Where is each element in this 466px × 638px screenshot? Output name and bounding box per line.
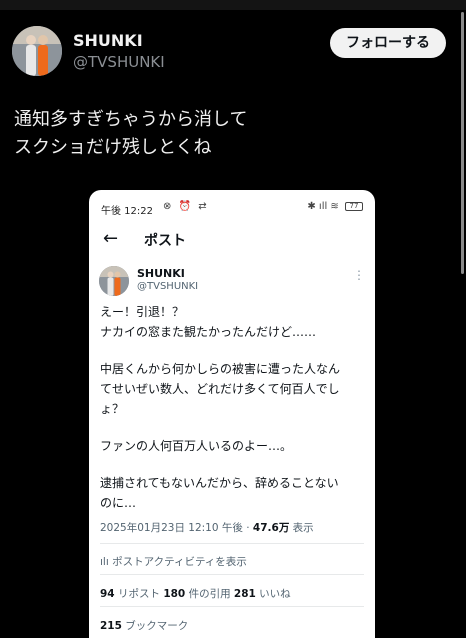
quote-label: 件の引用 [185,588,234,600]
tweet-header: SHUNKI @TVSHUNKI フォローする [12,24,446,80]
post-stats: 94 リポスト 180 件の引用 281 いいね [100,586,291,601]
top-bar [0,0,466,10]
divider [100,543,364,544]
tweet-line: 通知多すぎちゃうから消して [14,109,248,130]
divider [100,574,364,575]
nav-bar: ← ポスト [89,224,375,254]
post-line: ょ？ [100,402,125,416]
activity-chart-icon: ılı [100,556,113,568]
post-line: てせいぜい数人、どれだけ多くて何百人でし [100,382,340,396]
post-line: のに… [100,496,137,510]
battery-icon: 77 [345,201,363,211]
inner-post-body: えー！引退！？ ナカイの窓また観たかったんだけど…… 中居くんから何かしらの被害… [100,302,368,513]
display-name[interactable]: SHUNKI [73,31,143,50]
avatar[interactable] [12,26,62,76]
view-label: 表示 [289,522,314,534]
status-notification-icons: ⊗ ⏰ ⇄ [163,201,209,212]
like-label: いいね [255,588,291,600]
bookmark-label: ブックマーク [121,620,189,632]
quote-count: 180 [163,588,186,600]
post-activity-link: ılı ポストアクティビティを表示 [100,554,247,569]
repost-label: リポスト [114,588,164,600]
post-line: えー！引退！？ [100,305,185,319]
post-line: 中居くんから何かしらの被害に遭った人なん [100,362,341,376]
attached-screenshot[interactable]: 午後 12:22 ⊗ ⏰ ⇄ ✱ ıll ≋ 77 ← ポスト SHUNKI @… [89,190,375,638]
avatar [99,266,129,296]
post-datetime: 2025年01月23日 12:10 午後 · [100,522,253,534]
nav-title: ポスト [144,233,186,249]
like-count: 281 [233,588,256,600]
repost-count: 94 [100,588,115,600]
back-arrow-icon: ← [103,228,119,249]
inner-display-name: SHUNKI [137,267,185,280]
signal-wifi-icon: ✱ ıll ≋ [307,201,339,212]
status-bar: 午後 12:22 ⊗ ⏰ ⇄ ✱ ıll ≋ 77 [101,200,363,217]
divider [100,606,364,607]
post-line: ナカイの窓また観たかったんだけど…… [100,325,317,339]
user-handle[interactable]: @TVSHUNKI [73,53,165,71]
view-count: 47.6万 [252,522,290,534]
scrollbar[interactable] [461,12,464,274]
bookmark-stats: 215 ブックマーク [100,618,188,633]
post-line: ファンの人何百万人いるのよー…。 [100,439,293,453]
inner-post-header: SHUNKI @TVSHUNKI ⋮ [99,266,365,296]
status-signal-icons: ✱ ıll ≋ 77 [307,201,363,212]
tweet-line: スクショだけ残しとくね [14,137,212,158]
tweet-text: 通知多すぎちゃうから消して スクショだけ残しとくね [14,106,247,162]
bookmark-count: 215 [100,620,122,632]
post-meta: 2025年01月23日 12:10 午後 · 47.6万 表示 [100,520,314,535]
follow-button[interactable]: フォローする [330,28,446,58]
status-time: 午後 12:22 [101,206,153,217]
inner-user-handle: @TVSHUNKI [137,281,199,292]
activity-label: ポストアクティビティを表示 [112,556,247,568]
more-icon: ⋮ [353,268,365,282]
post-line: 逮捕されてもないんだから、辞めることない [100,476,339,490]
